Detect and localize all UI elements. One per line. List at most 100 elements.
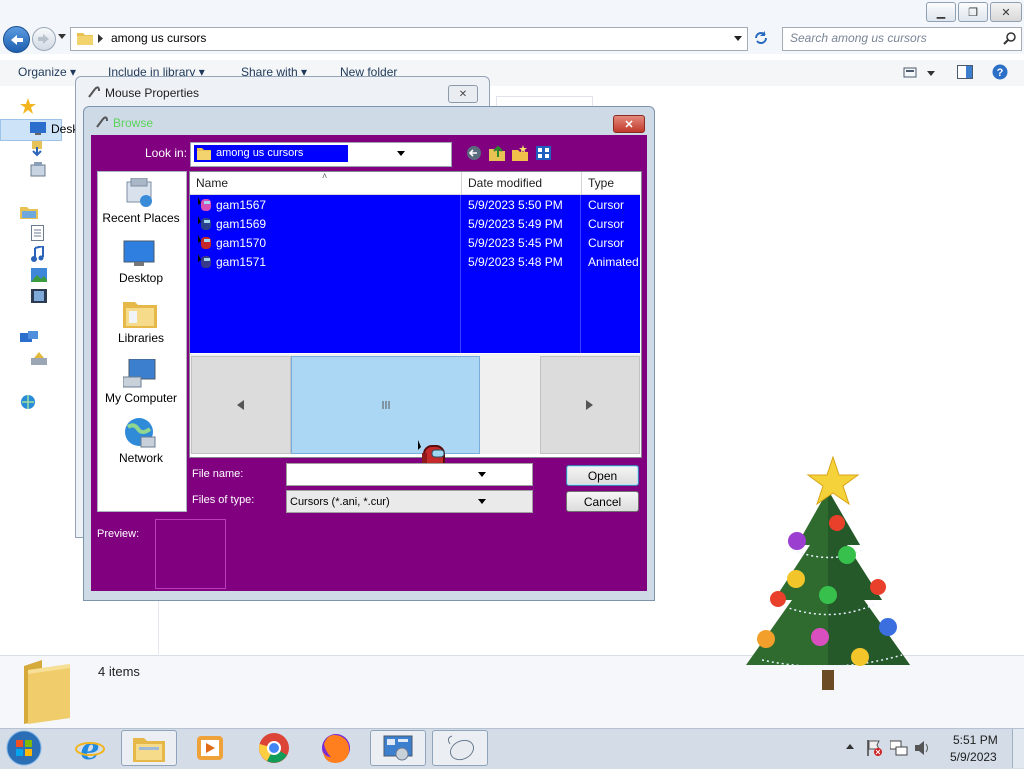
close-window-button[interactable]: ✕ (990, 2, 1022, 22)
svg-text:?: ? (997, 67, 1004, 79)
volume-icon[interactable] (914, 740, 930, 756)
breadcrumb-separator-icon (98, 34, 104, 43)
taskbar-media-player[interactable] (182, 730, 238, 766)
look-in-chevron-down-icon[interactable] (396, 151, 406, 157)
documents-icon[interactable] (31, 225, 44, 241)
file-date: 5/9/2023 5:50 PM (468, 198, 563, 212)
organize-menu[interactable]: Organize ▾ (18, 65, 76, 79)
taskbar-chrome[interactable] (246, 730, 302, 766)
clock-date[interactable]: 5/9/2023 (950, 750, 997, 764)
files-of-type-chevron-down-icon[interactable] (478, 499, 486, 504)
maximize-button[interactable]: ❐ (958, 2, 988, 22)
mouse-properties-title: Mouse Properties (105, 86, 200, 100)
column-divider[interactable] (461, 172, 462, 194)
clock-time[interactable]: 5:51 PM (953, 733, 998, 747)
open-button[interactable]: Open (566, 465, 639, 486)
show-desktop-button[interactable] (1012, 729, 1024, 768)
homegroup-computer-icon[interactable] (20, 331, 38, 345)
svg-text:e: e (80, 733, 99, 763)
look-in-label: Look in: (145, 146, 188, 160)
column-header-name[interactable]: Name (196, 176, 228, 190)
show-hidden-icons-arrow[interactable] (846, 744, 854, 750)
forward-button[interactable] (32, 27, 56, 51)
help-icon[interactable]: ? (992, 64, 1008, 80)
chevron-down-icon (58, 34, 66, 39)
downloads-icon[interactable] (30, 141, 44, 157)
file-type: Cursor (588, 236, 625, 250)
action-center-flag-icon[interactable] (866, 739, 882, 757)
internet-explorer-icon: e (75, 733, 105, 763)
cursor-file-icon (198, 197, 212, 213)
taskbar-control-panel[interactable] (370, 730, 426, 766)
place-libraries[interactable]: Libraries (97, 331, 185, 345)
file-name: gam1567 (216, 198, 267, 212)
scrollbar-thumb[interactable] (291, 356, 480, 454)
local-disk-icon[interactable] (31, 352, 47, 366)
back-button[interactable] (3, 26, 30, 53)
music-icon[interactable] (31, 246, 45, 262)
up-one-level-icon[interactable] (489, 145, 505, 161)
network-status-icon[interactable] (890, 739, 908, 757)
file-date: 5/9/2023 5:45 PM (468, 236, 563, 250)
pictures-icon[interactable] (31, 268, 47, 282)
back-arrow-icon (10, 34, 23, 45)
browse-close-button[interactable]: ✕ (613, 115, 645, 133)
my-computer-icon[interactable] (123, 359, 157, 389)
files-of-type-value: Cursors (*.ani, *.cur) (290, 496, 390, 508)
recent-places-icon[interactable] (123, 178, 155, 210)
address-bar[interactable]: among us cursors (70, 27, 748, 51)
folder-large-icon (22, 660, 72, 724)
cursor-file-icon (198, 235, 212, 251)
refresh-icon[interactable] (753, 30, 769, 46)
scroll-right-arrow-icon (586, 400, 593, 410)
column-header-date-modified[interactable]: Date modified (468, 176, 542, 190)
network-icon[interactable] (20, 394, 36, 410)
file-name-input[interactable] (286, 463, 533, 486)
folder-icon (197, 146, 211, 160)
taskbar-windows-explorer[interactable] (121, 730, 177, 766)
column-header-type[interactable]: Type (588, 176, 614, 190)
taskbar-internet-explorer[interactable]: e (62, 730, 118, 766)
taskbar-mouse-properties[interactable] (432, 730, 488, 766)
windows-explorer-icon (133, 738, 165, 762)
recent-pages-dropdown[interactable] (57, 33, 67, 41)
sort-ascending-icon: ˄ (322, 171, 328, 181)
place-network[interactable]: Network (97, 451, 185, 465)
view-menu-icon[interactable] (536, 146, 551, 160)
scroll-right-button[interactable] (540, 356, 640, 454)
create-new-folder-icon[interactable] (512, 145, 528, 161)
column-divider[interactable] (581, 172, 582, 194)
minimize-button[interactable]: ▁ (926, 2, 956, 22)
taskbar-firefox[interactable] (308, 730, 364, 766)
files-of-type-label: Files of type: (192, 494, 255, 506)
search-icon[interactable] (1003, 31, 1017, 45)
start-button[interactable] (4, 729, 44, 767)
browse-dialog-title: Browse (113, 116, 154, 130)
place-desktop[interactable]: Desktop (97, 271, 185, 285)
place-my-computer[interactable]: My Computer (97, 391, 185, 405)
scroll-left-button[interactable] (191, 356, 291, 454)
breadcrumb-current-folder[interactable]: among us cursors (111, 31, 206, 45)
go-back-icon[interactable] (466, 145, 482, 161)
libraries-icon[interactable] (123, 298, 157, 328)
address-dropdown-icon[interactable] (733, 35, 743, 43)
network-globe-icon[interactable] (123, 417, 157, 449)
chrome-icon (259, 733, 289, 763)
videos-icon[interactable] (31, 289, 47, 303)
place-recent-places[interactable]: Recent Places (97, 211, 185, 225)
search-box[interactable]: Search among us cursors (782, 27, 1022, 51)
favorites-star-icon[interactable] (20, 98, 36, 114)
file-type: Animated (588, 255, 639, 269)
change-view-icon[interactable] (903, 66, 935, 80)
mouse-properties-close-button[interactable]: ✕ (448, 85, 478, 103)
file-name-chevron-down-icon[interactable] (478, 472, 486, 477)
cancel-button[interactable]: Cancel (566, 491, 639, 512)
recent-places-icon[interactable] (30, 162, 46, 178)
preview-pane-icon[interactable] (957, 65, 973, 79)
files-of-type-dropdown[interactable]: Cursors (*.ani, *.cur) (286, 490, 533, 513)
browse-dialog-icon (94, 115, 108, 129)
desktop-icon[interactable] (123, 240, 155, 268)
file-name: gam1571 (216, 255, 267, 269)
items-count-text: 4 items (98, 664, 140, 679)
libraries-icon[interactable] (20, 205, 38, 219)
